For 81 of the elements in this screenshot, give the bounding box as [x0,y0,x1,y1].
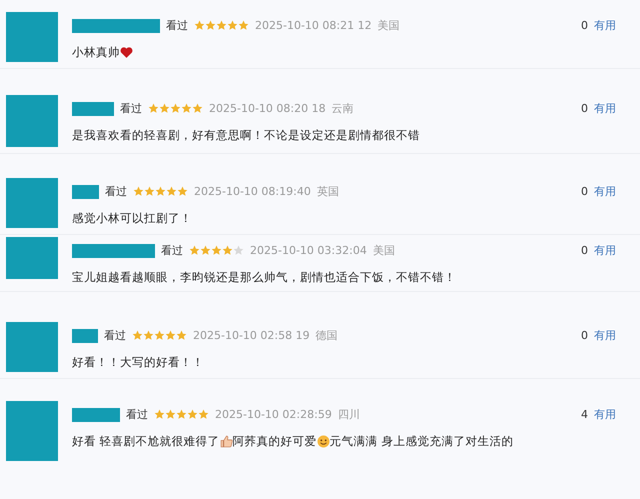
star-icon [181,103,192,114]
watched-label: 看过 [126,407,148,422]
comment-text: 小林真帅 [72,45,120,60]
thumbs-up-icon [220,435,233,448]
star-icon [143,330,154,341]
star-icon [148,103,159,114]
comment-text: 好看！！大写的好看！！ [72,355,204,370]
star-icon [176,409,187,420]
useful-link[interactable]: 有用 [594,328,616,343]
avatar[interactable] [6,237,58,279]
comment-location: 美国 [378,18,400,33]
star-icon [165,330,176,341]
star-icon [192,103,203,114]
comment-time: 2025-10-10 08:20 18 [209,102,326,115]
star-icon [187,409,198,420]
star-icon [198,409,209,420]
star-icon [189,245,200,256]
comment-text: 好看 轻喜剧不尬就很难得了 [72,434,220,449]
comment-text: 宝儿姐越看越顺眼，李昀锐还是那么帅气，剧情也适合下饭，不错不错！ [72,270,456,285]
star-icon [165,409,176,420]
star-icon [166,186,177,197]
useful-link[interactable]: 有用 [594,407,616,422]
useful-count: 0 [581,19,588,32]
star-icon [132,330,143,341]
star-icon [194,20,205,31]
smiley-icon [316,435,330,448]
comment-time: 2025-10-10 02:28:59 [215,408,332,421]
star-icon [233,245,244,256]
watched-label: 看过 [105,184,127,199]
useful-count: 0 [581,102,588,115]
avatar[interactable] [6,178,58,228]
comment-text: 是我喜欢看的轻喜剧，好有意思啊！不论是设定还是剧情都很不错 [72,128,420,143]
useful-link[interactable]: 有用 [594,243,616,258]
star-icon [159,103,170,114]
useful-count: 0 [581,244,588,257]
star-icon [170,103,181,114]
star-icon [144,186,155,197]
comment-text: 阿荞真的好可爱 [232,434,317,449]
username-redaction [72,408,120,422]
useful-count: 4 [581,408,588,421]
star-icon [154,330,165,341]
star-icon [238,20,249,31]
comment-time: 2025-10-10 03:32:04 [250,244,367,257]
watched-label: 看过 [161,243,183,258]
avatar[interactable] [6,12,58,62]
useful-count: 0 [581,329,588,342]
comment-location: 德国 [316,328,338,343]
star-icon [216,20,227,31]
useful-link[interactable]: 有用 [594,101,616,116]
useful-count: 0 [581,185,588,198]
useful-link[interactable]: 有用 [594,184,616,199]
comment-location: 美国 [372,243,395,258]
comment-location: 云南 [332,101,354,116]
star-icon [155,186,166,197]
star-icon [176,330,187,341]
comment-time: 2025-10-10 08:21 12 [255,19,372,32]
comment-text: 感觉小林可以扛剧了！ [72,211,192,226]
star-icon [211,245,222,256]
comment-text: 元气满满 身上感觉充满了对生活的 [330,434,514,449]
username-redaction [72,184,99,198]
watched-label: 看过 [120,101,142,116]
watched-label: 看过 [166,18,188,33]
star-icon [222,245,233,256]
star-icon [227,20,238,31]
useful-link[interactable]: 有用 [594,18,616,33]
star-icon [200,245,211,256]
comment-time: 2025-10-10 02:58 19 [193,329,310,342]
avatar[interactable] [6,322,58,372]
comment-time: 2025-10-10 08:19:40 [194,185,311,198]
watched-label: 看过 [104,328,126,343]
star-icon [205,20,216,31]
star-icon [133,186,144,197]
heart-icon [120,46,133,59]
username-redaction [72,102,114,116]
comment-location: 英国 [316,184,339,199]
comment-location: 四川 [338,407,360,422]
username-redaction [72,328,98,342]
avatar[interactable] [6,401,58,461]
star-icon [154,409,165,420]
avatar[interactable] [6,95,58,147]
star-icon [177,186,188,197]
